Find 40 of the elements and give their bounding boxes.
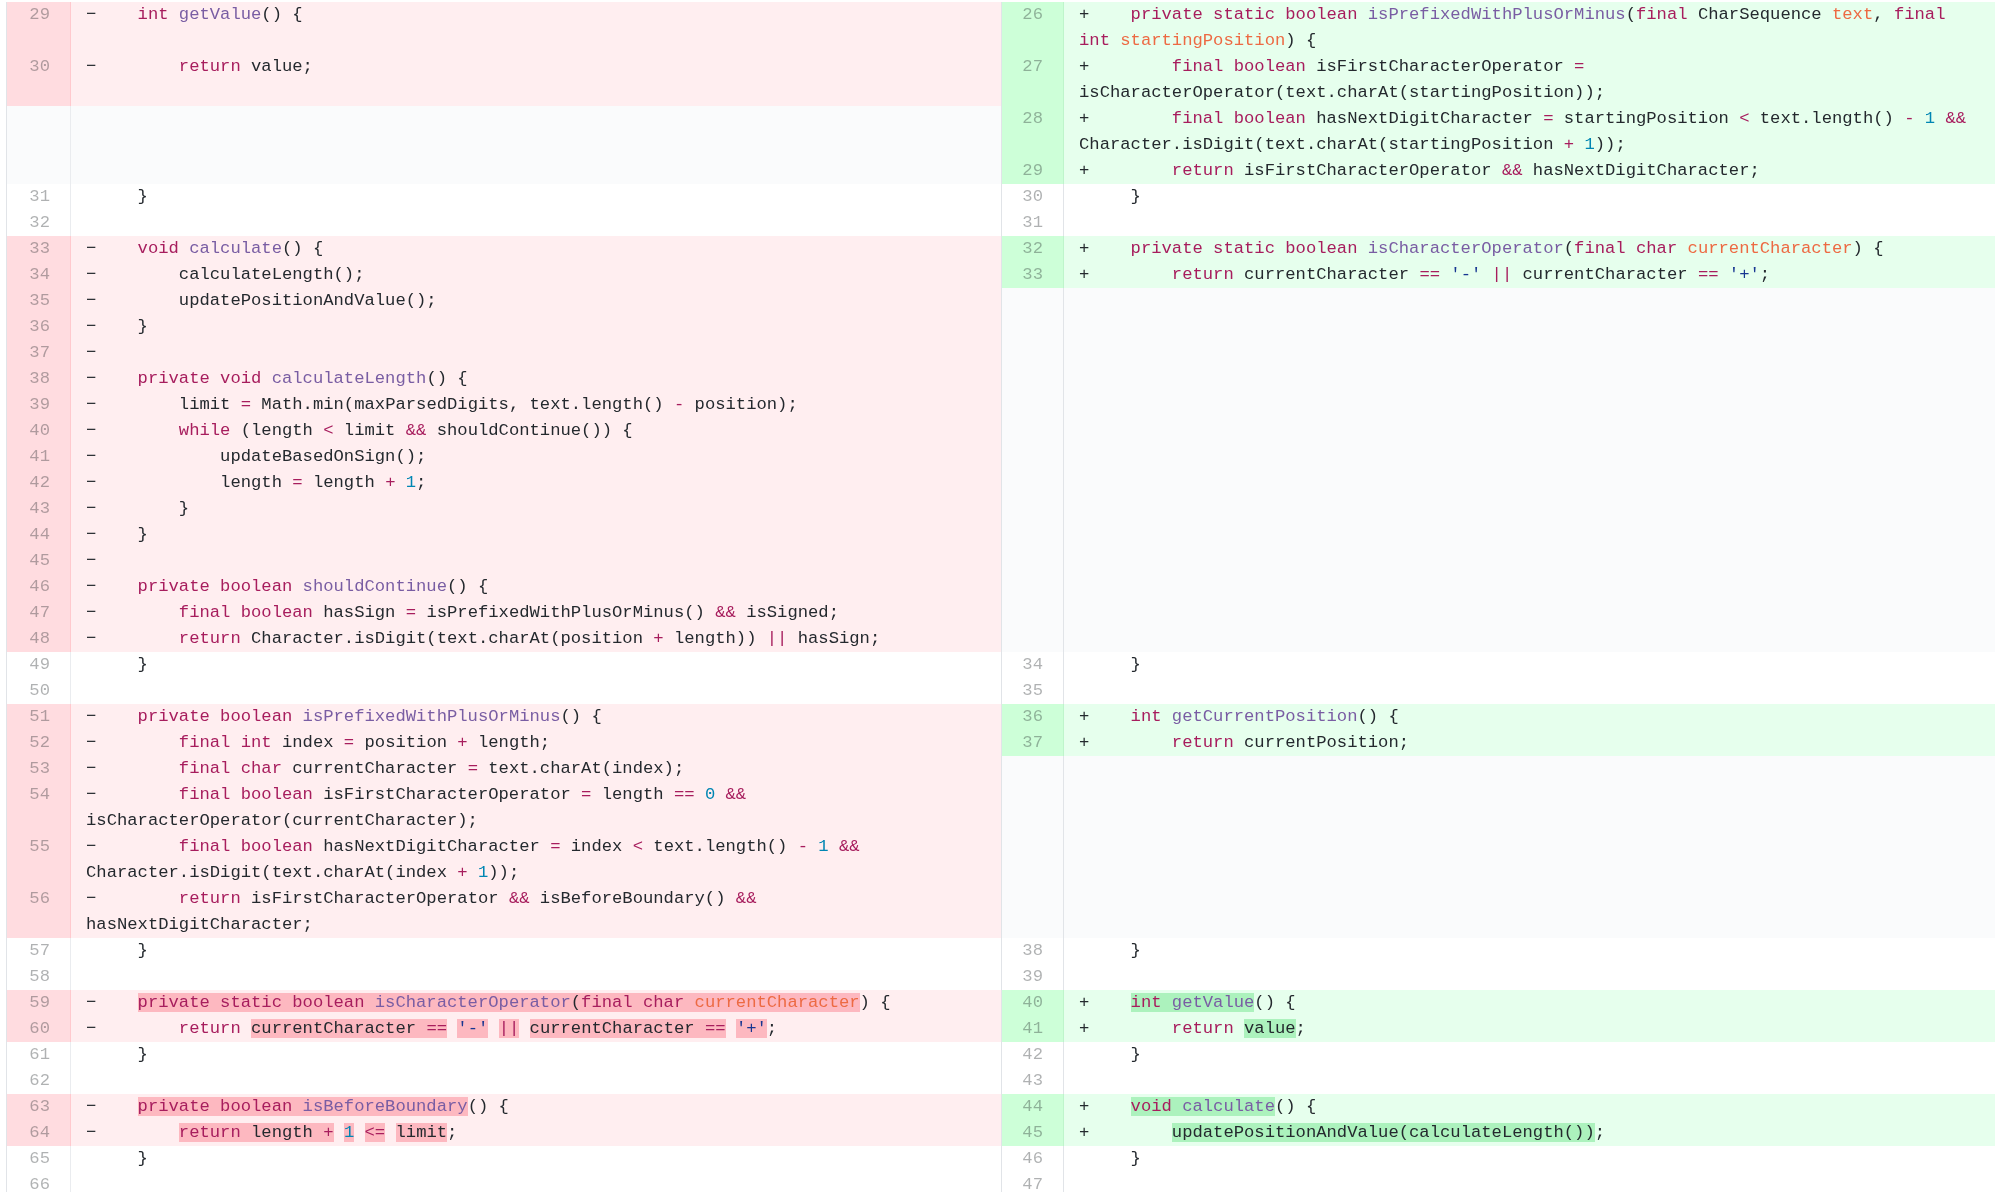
- line-number: 43: [7, 496, 71, 522]
- line-number: 45: [1002, 1120, 1064, 1146]
- line-number: 52: [7, 730, 71, 756]
- line-number: 45: [7, 548, 71, 574]
- line-number: 37: [1002, 730, 1064, 756]
- line-number: 36: [1002, 704, 1064, 730]
- line-number: 59: [7, 990, 71, 1016]
- line-number: 30: [7, 54, 71, 106]
- line-number: 34: [7, 262, 71, 288]
- line-number: 51: [7, 704, 71, 730]
- line-number: 47: [7, 600, 71, 626]
- line-number: 63: [7, 1094, 71, 1120]
- line-number: 41: [1002, 1016, 1064, 1042]
- line-number: 29: [7, 2, 71, 54]
- line-number: 36: [7, 314, 71, 340]
- line-number: 54: [7, 782, 71, 834]
- line-number: 55: [7, 834, 71, 886]
- line-number: 48: [7, 626, 71, 652]
- line-number: 33: [1002, 262, 1064, 288]
- line-number: 35: [7, 288, 71, 314]
- line-number: 56: [7, 886, 71, 938]
- line-number: 37: [7, 340, 71, 366]
- line-number: 26: [1002, 2, 1064, 54]
- line-number: 64: [7, 1120, 71, 1146]
- line-number: 53: [7, 756, 71, 782]
- line-number: 32: [1002, 236, 1064, 262]
- line-number: 28: [1002, 106, 1064, 158]
- line-number: 33: [7, 236, 71, 262]
- line-number: 60: [7, 1016, 71, 1042]
- line-number: 40: [1002, 990, 1064, 1016]
- line-number: 41: [7, 444, 71, 470]
- line-number: 39: [7, 392, 71, 418]
- line-number: 44: [7, 522, 71, 548]
- line-number: 46: [7, 574, 71, 600]
- line-number: 42: [7, 470, 71, 496]
- line-number: 27: [1002, 54, 1064, 106]
- line-number: 29: [1002, 158, 1064, 184]
- line-number: 40: [7, 418, 71, 444]
- line-number: 38: [7, 366, 71, 392]
- line-number: 44: [1002, 1094, 1064, 1120]
